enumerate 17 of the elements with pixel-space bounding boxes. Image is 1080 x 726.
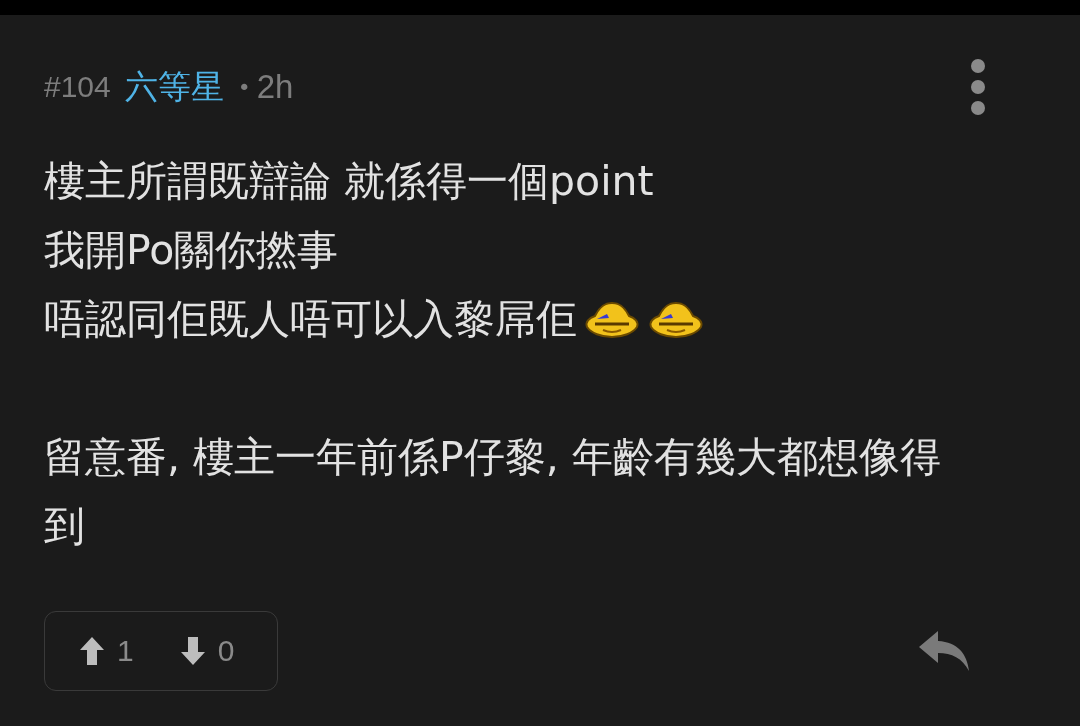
comment-text: 我開Po關你撚事 — [44, 225, 339, 276]
comment-text: 樓主所謂既辯論 就係得一個point — [44, 156, 654, 207]
post-number: #104 — [44, 70, 111, 104]
downvote-button[interactable]: 0 — [179, 634, 235, 668]
more-options-icon[interactable] — [970, 58, 986, 116]
comment-text: 留意番, 樓主一年前係P仔黎, 年齡有幾大都想像得到 — [44, 432, 942, 552]
down-arrow-icon — [179, 636, 206, 666]
reply-button[interactable] — [918, 630, 970, 672]
up-arrow-icon — [79, 636, 105, 666]
laughing-emoji-icon — [583, 299, 641, 340]
laughing-emoji-icon — [647, 299, 705, 340]
comment-text: 唔認同佢既人唔可以入黎屌佢 — [44, 294, 577, 345]
upvote-button[interactable]: 1 — [79, 634, 134, 668]
separator-dot: • — [237, 74, 251, 100]
post-time: 2h — [256, 68, 294, 106]
reply-icon — [918, 630, 970, 672]
author-name[interactable]: 六等星 — [124, 64, 224, 110]
